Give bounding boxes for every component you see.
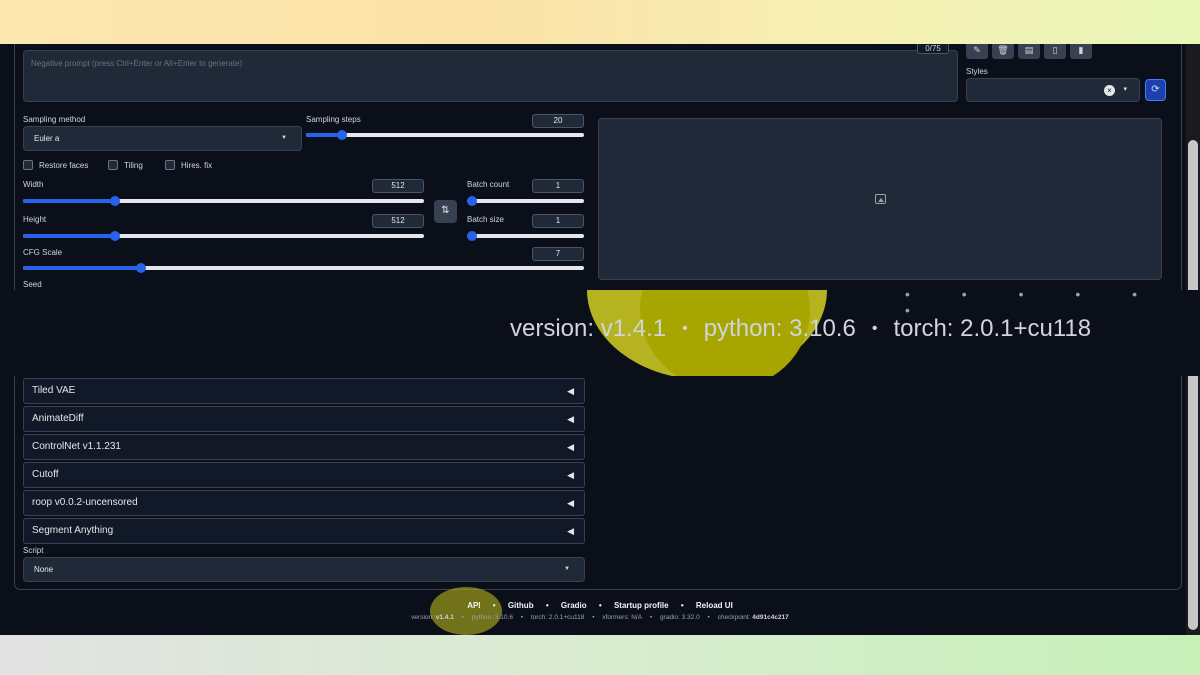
accordion-cutoff[interactable]: Cutoff ◀ — [23, 462, 585, 488]
reload-ui-link[interactable]: Reload UI — [696, 601, 733, 610]
width-slider[interactable] — [23, 196, 424, 206]
paste-icon[interactable]: ▤ — [1018, 44, 1040, 59]
checkpoint-text: checkpoint: 4d91c4c217 — [717, 614, 789, 621]
batch-size-input[interactable]: 1 — [532, 214, 584, 228]
gradio-version: gradio: 3.32.0 — [659, 614, 700, 621]
accordion-segment-anything[interactable]: Segment Anything ◀ — [23, 518, 585, 544]
collapse-triangle-icon: ◀ — [567, 442, 574, 452]
batch-count-slider[interactable] — [467, 196, 584, 206]
output-gallery[interactable] — [598, 118, 1162, 280]
script-label: Script — [23, 546, 44, 555]
footer-links: API • Github • Gradio • Startup profile … — [467, 601, 733, 610]
desktop-background-bottom — [0, 635, 1200, 675]
sampling-steps-slider[interactable] — [306, 130, 584, 140]
slider-handle[interactable] — [135, 263, 146, 273]
slider-handle[interactable] — [467, 196, 477, 206]
height-label: Height — [23, 215, 47, 224]
scrollbar-thumb[interactable] — [1188, 140, 1198, 630]
chevron-down-icon: ▼ — [564, 566, 570, 572]
clipboard-icon[interactable]: ▯ — [1044, 44, 1066, 59]
xformers-version: xformers: N/A — [602, 614, 643, 621]
torch-version: torch: 2.0.1+cu118 — [530, 614, 585, 621]
accordion-roop[interactable]: roop v0.0.2-uncensored ◀ — [23, 490, 585, 516]
styles-label: Styles — [966, 67, 988, 76]
chevron-down-icon: ▼ — [281, 135, 287, 141]
accordion-animatediff[interactable]: AnimateDiff ◀ — [23, 406, 585, 432]
sampling-method-select[interactable]: Euler a ▼ — [23, 126, 302, 151]
zoomed-version-text: version: v1.4.1 • python: 3.10.6 • torch… — [510, 315, 1092, 342]
cfg-scale-slider[interactable] — [23, 263, 584, 273]
collapse-triangle-icon: ◀ — [567, 470, 574, 480]
collapse-triangle-icon: ◀ — [567, 498, 574, 508]
accordion-tiled-vae[interactable]: Tiled VAE ◀ — [23, 378, 585, 404]
negative-prompt-input[interactable]: Negative prompt (press Ctrl+Enter or Alt… — [23, 50, 958, 102]
collapse-triangle-icon: ◀ — [567, 526, 574, 536]
sampling-method-value: Euler a — [34, 134, 60, 143]
github-link[interactable]: Github — [508, 601, 534, 610]
height-slider[interactable] — [23, 231, 424, 241]
refresh-styles-button[interactable]: ⟳ — [1145, 79, 1166, 101]
clipboard-alt-icon[interactable]: ▮ — [1070, 44, 1092, 59]
batch-size-label: Batch size — [467, 215, 504, 224]
width-input[interactable]: 512 — [372, 179, 424, 193]
collapse-triangle-icon: ◀ — [567, 414, 574, 424]
gradio-link[interactable]: Gradio — [561, 601, 587, 610]
sampling-steps-label: Sampling steps — [306, 115, 361, 124]
image-placeholder-icon — [875, 194, 886, 204]
cursor-highlight — [430, 587, 502, 635]
zoom-overlay: • • • • • • version: v1.4.1 • python: 3.… — [0, 290, 1200, 376]
cfg-scale-input[interactable]: 7 — [532, 247, 584, 261]
api-link[interactable]: API — [467, 601, 480, 610]
tiling-checkbox[interactable]: Tiling — [108, 160, 143, 170]
script-value: None — [34, 565, 54, 574]
collapse-triangle-icon: ◀ — [567, 386, 574, 396]
sampling-steps-input[interactable]: 20 — [532, 114, 584, 128]
startup-profile-link[interactable]: Startup profile — [614, 601, 669, 610]
swap-dimensions-button[interactable]: ⇅ — [434, 200, 457, 223]
height-input[interactable]: 512 — [372, 214, 424, 228]
styles-dropdown[interactable]: × ▾ — [966, 78, 1140, 102]
sampling-method-label: Sampling method — [23, 115, 86, 124]
width-label: Width — [23, 180, 44, 189]
python-version: python: 3.10.6 — [471, 614, 513, 621]
pencil-icon[interactable]: ✎ — [966, 44, 988, 59]
version-info: version: v1.4.1 • python: 3.10.6 • torch… — [411, 614, 789, 621]
seed-label: Seed — [23, 280, 42, 289]
trash-icon[interactable]: 🗑 — [992, 44, 1014, 59]
version-text: version: v1.4.1 — [411, 614, 454, 621]
accordion-controlnet[interactable]: ControlNet v1.1.231 ◀ — [23, 434, 585, 460]
batch-size-slider[interactable] — [467, 231, 584, 241]
zoom-dots: • • • • • • — [905, 290, 1162, 318]
restore-faces-checkbox[interactable]: Restore faces — [23, 160, 88, 170]
clear-icon[interactable]: × — [1104, 85, 1115, 96]
cfg-scale-label: CFG Scale — [23, 248, 63, 257]
zoom-version: version: v1.4.1 — [510, 315, 667, 342]
chevron-down-icon: ▾ — [1123, 86, 1127, 93]
batch-count-input[interactable]: 1 — [532, 179, 584, 193]
zoom-python: python: 3.10.6 — [703, 315, 856, 342]
zoom-torch: torch: 2.0.1+cu118 — [893, 315, 1092, 342]
slider-handle[interactable] — [467, 231, 477, 241]
token-counter: 0/75 — [917, 44, 949, 54]
script-select[interactable]: None ▼ — [23, 557, 585, 582]
batch-count-label: Batch count — [467, 180, 510, 189]
hires-fix-checkbox[interactable]: Hires. fix — [165, 160, 212, 170]
